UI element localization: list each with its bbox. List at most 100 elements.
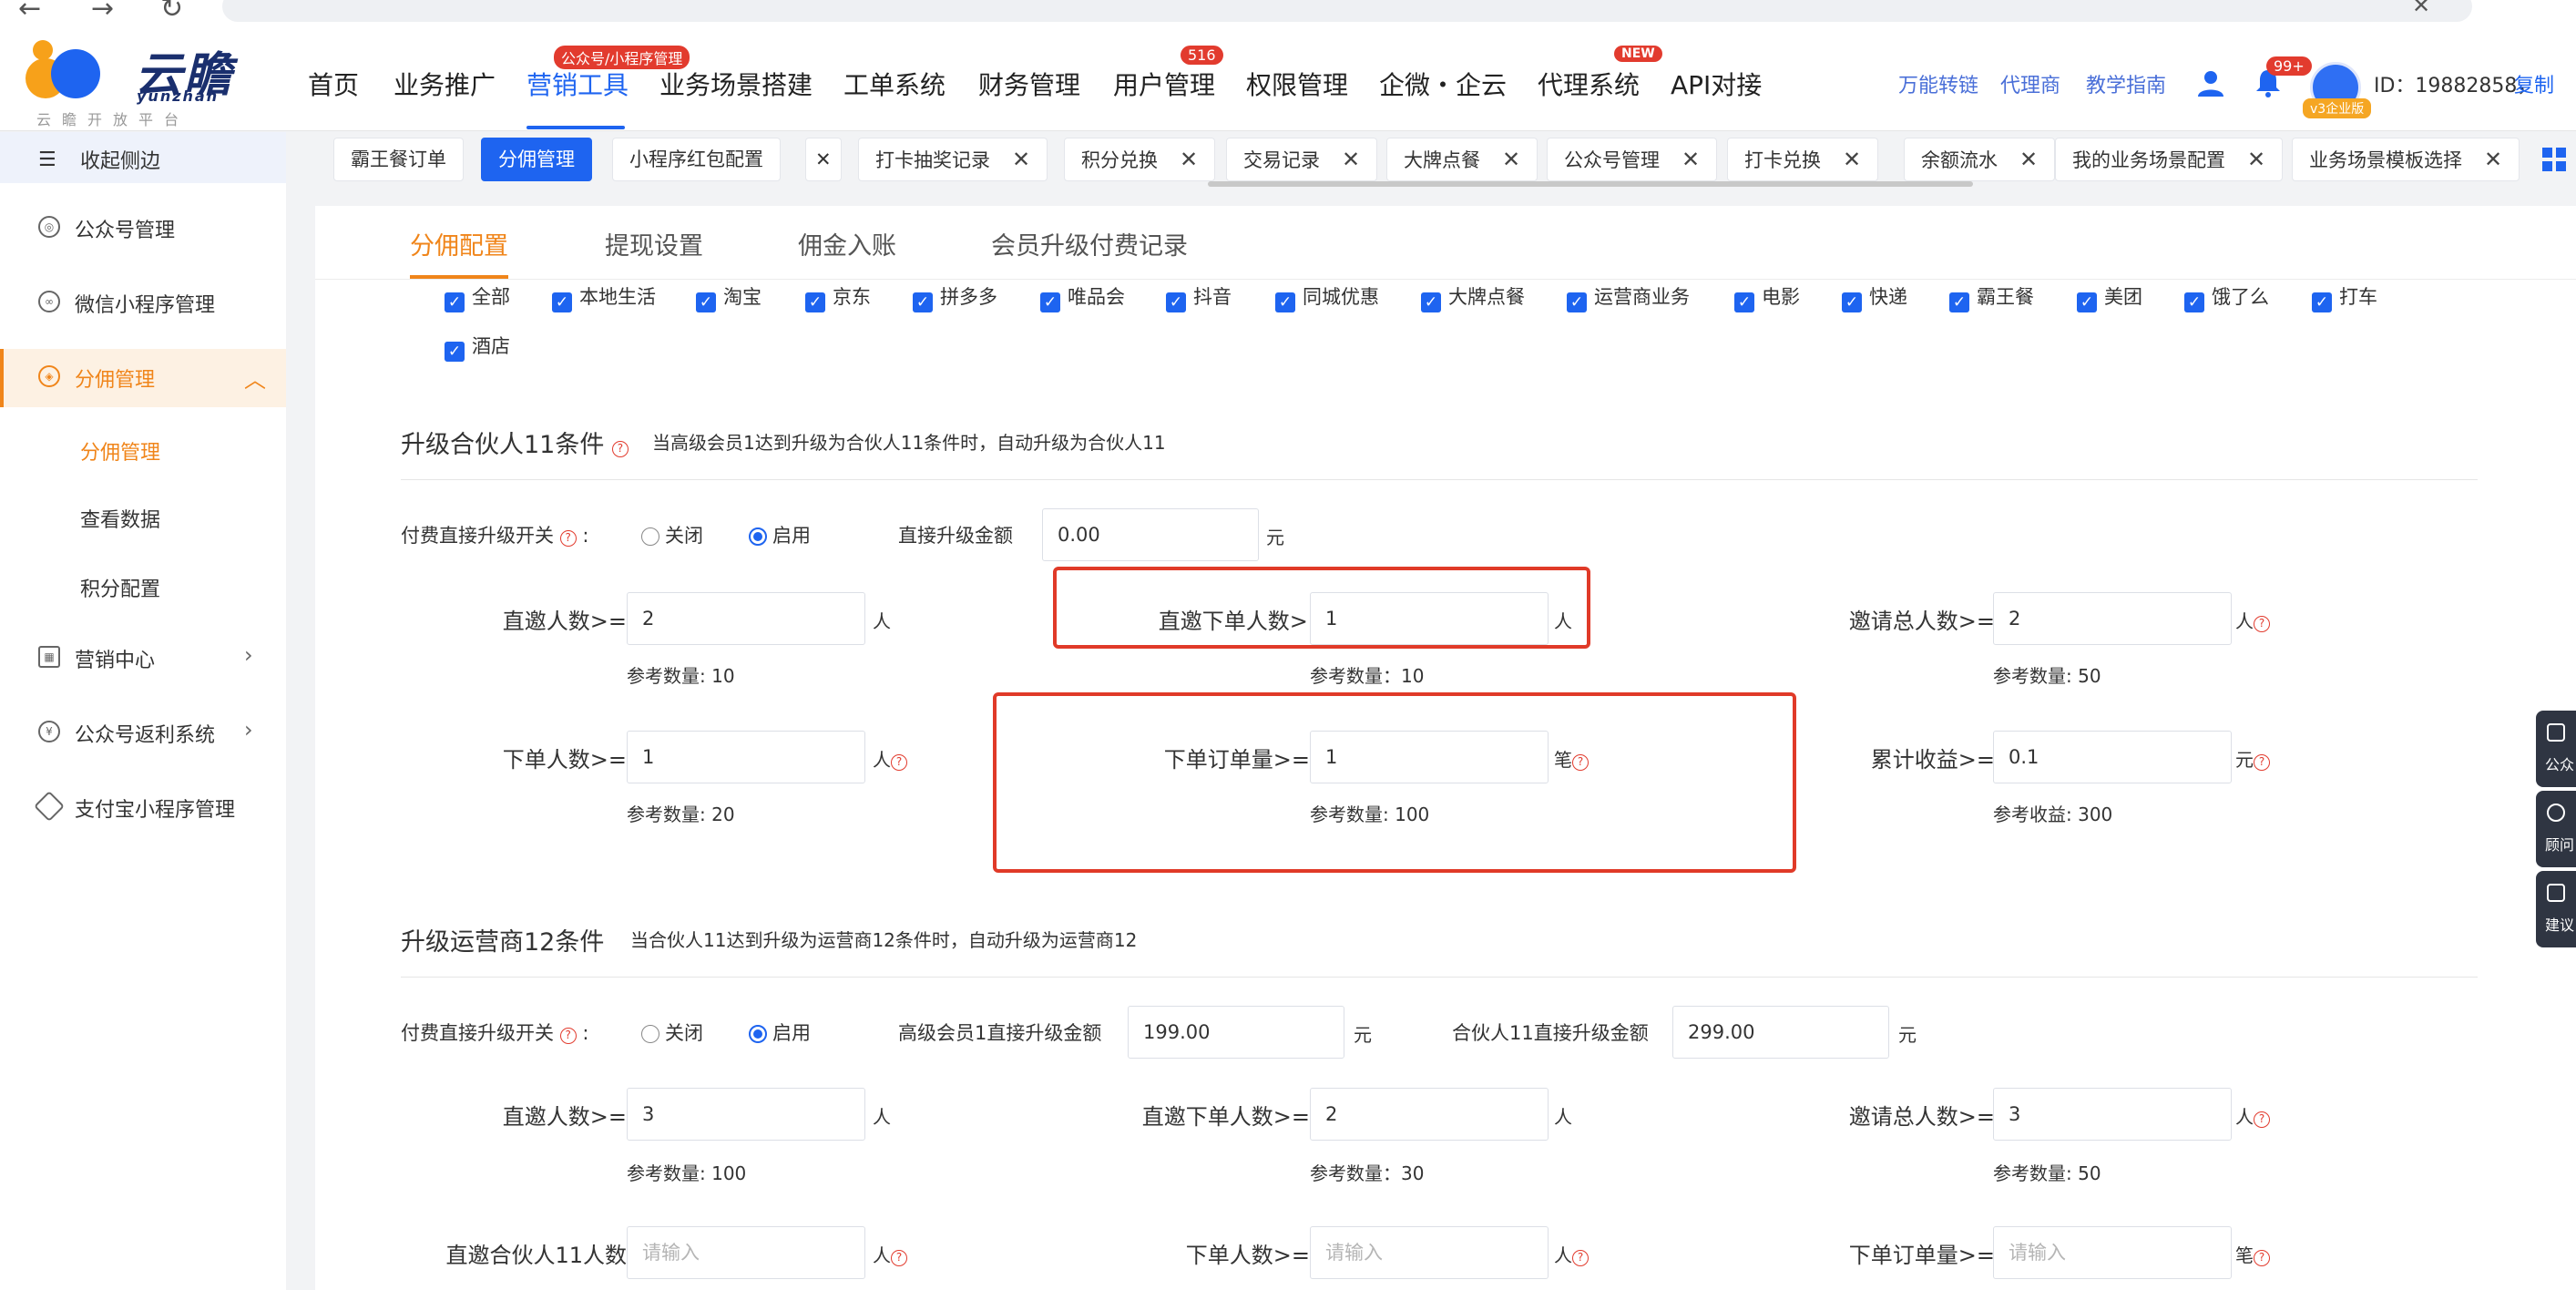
radio-on[interactable]: 启用	[749, 521, 811, 548]
tab-scenario-template[interactable]: 业务场景模板选择 ✕	[2292, 138, 2520, 181]
browser-toolbar: ← → ↻ ✕	[0, 0, 2576, 33]
subitem-commission-manage[interactable]: 分佣管理	[80, 436, 160, 466]
user-icon[interactable]	[2195, 67, 2226, 98]
tab-transactions[interactable]: 交易记录 ✕	[1226, 138, 1378, 181]
close-icon[interactable]: ✕	[1502, 147, 1520, 172]
checkbox-douyin[interactable]: ✓ 抖音	[1166, 282, 1232, 312]
collapse-sidebar-button[interactable]: ☰ 收起侧边	[0, 132, 286, 183]
checkbox-carrier[interactable]: ✓ 运营商业务	[1567, 282, 1690, 312]
checkbox-bawang[interactable]: ✓ 霸王餐	[1949, 282, 2034, 312]
checkbox-hotel[interactable]: ✓ 酒店	[445, 332, 510, 362]
checkbox-taxi[interactable]: ✓ 打车	[2312, 282, 2377, 312]
checkbox-local-life[interactable]: ✓ 本地生活	[552, 282, 656, 312]
checkbox-express[interactable]: ✓ 快递	[1842, 282, 1907, 312]
checkbox-eleme[interactable]: ✓ 饿了么	[2184, 282, 2269, 312]
subtab-commission-config[interactable]: 分佣配置	[410, 226, 508, 261]
link-tutorial[interactable]: 教学指南	[2086, 69, 2166, 98]
radio-on[interactable]: 启用	[749, 1019, 811, 1046]
float-official-account-button[interactable]: 公众	[2536, 711, 2576, 787]
nav-users[interactable]: 用户管理	[1113, 66, 1215, 102]
nav-tickets[interactable]: 工单系统	[843, 66, 946, 102]
tab-miniprogram-redpacket[interactable]: 小程序红包配置	[612, 138, 781, 181]
reload-icon[interactable]: ↻	[160, 0, 183, 25]
direct-amount-input[interactable]	[1042, 508, 1259, 561]
tab-my-scenario[interactable]: 我的业务场景配置 ✕	[2055, 138, 2284, 181]
direct-partner-count-input[interactable]	[627, 1226, 865, 1279]
tabs-scrollbar[interactable]	[1208, 181, 1973, 187]
nav-promotion[interactable]: 业务推广	[394, 66, 496, 102]
subtab-upgrade-records[interactable]: 会员升级付费记录	[991, 226, 1188, 261]
nav-finance[interactable]: 财务管理	[978, 66, 1080, 102]
tab-points-exchange[interactable]: 积分兑换 ✕	[1064, 138, 1216, 181]
nav-marketing[interactable]: 营销工具	[526, 66, 629, 102]
float-suggestion-button[interactable]: 建议	[2536, 871, 2576, 947]
checkbox-brand-order[interactable]: ✓ 大牌点餐	[1421, 282, 1525, 312]
close-icon[interactable]: ✕	[1012, 147, 1030, 172]
tab-commission[interactable]: 分佣管理	[481, 138, 592, 181]
checkbox-taobao[interactable]: ✓ 淘宝	[696, 282, 762, 312]
back-icon[interactable]: ←	[18, 0, 41, 25]
sidebar-item-rebate[interactable]: ¥ 公众号返利系统 ›	[0, 704, 286, 763]
member-upgrade-amount-input[interactable]	[1128, 1006, 1344, 1059]
checkbox-meituan[interactable]: ✓ 美团	[2077, 282, 2142, 312]
sidebar-item-miniprogram[interactable]: ∞ 微信小程序管理	[0, 274, 286, 333]
tab-checkin-exchange[interactable]: 打卡兑换 ✕	[1727, 138, 1879, 181]
radio-off[interactable]: 关闭	[641, 1019, 703, 1046]
cumulative-earnings-input[interactable]	[1993, 731, 2232, 783]
tab-official-account[interactable]: 公众号管理 ✕	[1547, 138, 1718, 181]
close-icon[interactable]: ✕	[1843, 147, 1861, 172]
checkbox-vip[interactable]: ✓ 唯品会	[1040, 282, 1125, 312]
link-universal-convert[interactable]: 万能转链	[1898, 69, 1978, 98]
help-icon[interactable]: ?	[559, 530, 577, 547]
copy-link[interactable]: 复制	[2514, 69, 2554, 98]
tab-checkin-lottery[interactable]: 打卡抽奖记录 ✕	[858, 138, 1048, 181]
float-consultant-button[interactable]: 顾问	[2536, 791, 2576, 867]
tab-brand-order[interactable]: 大牌点餐 ✕	[1386, 138, 1538, 181]
total-invite-count-input[interactable]	[1993, 1088, 2232, 1141]
close-icon[interactable]: ✕	[2412, 0, 2430, 18]
help-icon[interactable]: ?	[611, 441, 629, 457]
tab-bawang-orders[interactable]: 霸王餐订单	[333, 138, 464, 181]
radio-off[interactable]: 关闭	[641, 521, 703, 548]
direct-invite-count-input[interactable]	[627, 1088, 865, 1141]
close-icon[interactable]: ✕	[2484, 147, 2502, 172]
sidebar-item-official-account[interactable]: ◎ 公众号管理	[0, 200, 286, 258]
address-bar[interactable]	[222, 0, 2472, 22]
direct-invite-count-input[interactable]	[627, 592, 865, 645]
tab-balance-flow[interactable]: 余额流水 ✕	[1904, 138, 2056, 181]
order-volume-input[interactable]	[1993, 1226, 2232, 1279]
grid-menu-icon[interactable]	[2541, 147, 2567, 172]
direct-order-count-input[interactable]	[1310, 1088, 1549, 1141]
subtab-commission-income[interactable]: 佣金入账	[798, 226, 896, 261]
checkbox-pdd[interactable]: ✓ 拼多多	[913, 282, 997, 312]
nav-api[interactable]: API对接	[1671, 66, 1762, 102]
close-icon[interactable]: ✕	[2019, 147, 2038, 172]
subitem-view-data[interactable]: 查看数据	[80, 504, 160, 533]
nav-wecom[interactable]: 企微・企云	[1379, 66, 1507, 102]
checkbox-city-deals[interactable]: ✓ 同城优惠	[1275, 282, 1379, 312]
checkbox-all[interactable]: ✓ 全部	[445, 282, 510, 312]
nav-home[interactable]: 首页	[308, 66, 359, 102]
subitem-points-config[interactable]: 积分配置	[80, 573, 160, 602]
checkbox-jd[interactable]: ✓ 京东	[805, 282, 871, 312]
nav-permissions[interactable]: 权限管理	[1246, 66, 1348, 102]
nav-agent[interactable]: 代理系统	[1538, 66, 1640, 102]
help-icon[interactable]: ?	[559, 1028, 577, 1044]
close-icon[interactable]: ✕	[1180, 147, 1198, 172]
link-agent[interactable]: 代理商	[2000, 69, 2060, 98]
close-icon[interactable]: ✕	[2247, 147, 2265, 172]
checkbox-movie[interactable]: ✓ 电影	[1734, 282, 1800, 312]
partner-upgrade-amount-input[interactable]	[1672, 1006, 1889, 1059]
tab-close-icon[interactable]: ✕	[805, 138, 842, 181]
close-icon[interactable]: ✕	[1682, 147, 1700, 172]
sidebar-item-commission[interactable]: ◈ 分佣管理 ︿	[0, 349, 286, 407]
close-icon[interactable]: ✕	[1342, 147, 1360, 172]
subtab-withdraw[interactable]: 提现设置	[605, 226, 703, 261]
total-invite-count-input[interactable]	[1993, 592, 2232, 645]
order-user-count-input[interactable]	[627, 731, 865, 783]
sidebar-item-marketing-center[interactable]: ▦ 营销中心 ›	[0, 630, 286, 688]
sidebar-item-alipay[interactable]: 支付宝小程序管理	[0, 779, 286, 837]
forward-icon[interactable]: →	[91, 0, 114, 25]
nav-scenario[interactable]: 业务场景搭建	[659, 66, 813, 102]
order-user-count-input[interactable]	[1310, 1226, 1549, 1279]
